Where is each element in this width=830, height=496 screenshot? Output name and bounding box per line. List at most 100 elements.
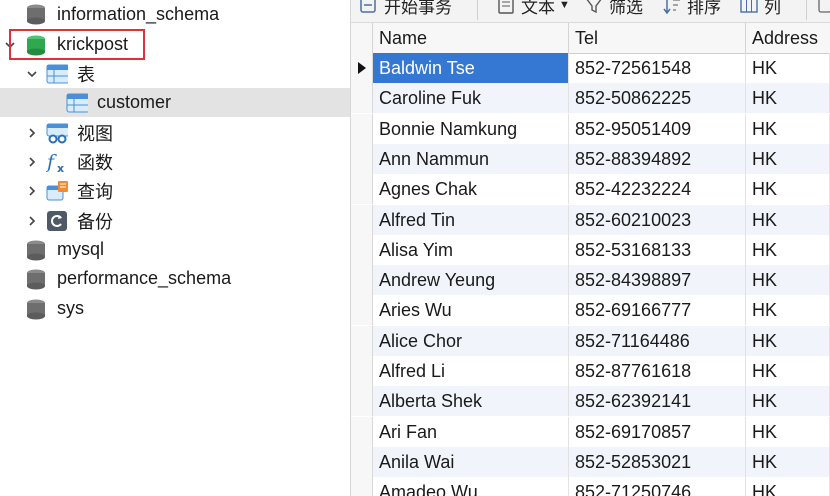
- cell-name[interactable]: Agnes Chak: [373, 174, 569, 205]
- table-row[interactable]: Ann Nammun 852-88394892 HK: [351, 143, 830, 174]
- chevron-down-icon[interactable]: [25, 67, 39, 81]
- column-header-name[interactable]: Name: [373, 23, 569, 53]
- cell-tel[interactable]: 852-87761618: [569, 356, 746, 386]
- cell-address[interactable]: HK: [746, 265, 830, 296]
- row-selector[interactable]: [351, 174, 373, 205]
- row-selector[interactable]: [351, 325, 373, 356]
- cell-address[interactable]: HK: [746, 416, 830, 447]
- cell-tel[interactable]: 852-71164486: [569, 325, 746, 356]
- cell-address[interactable]: HK: [746, 83, 830, 114]
- begin-transaction-button[interactable]: 开始事务: [359, 0, 452, 18]
- table-row[interactable]: Aries Wu 852-69166777 HK: [351, 295, 830, 326]
- row-selector[interactable]: [351, 356, 373, 386]
- cell-tel[interactable]: 852-42232224: [569, 174, 746, 205]
- text-button[interactable]: 文本 ▼: [496, 0, 570, 18]
- tree-item-views[interactable]: 视图: [0, 118, 350, 147]
- cell-address[interactable]: HK: [746, 477, 830, 496]
- cell-address[interactable]: HK: [746, 174, 830, 205]
- cell-name[interactable]: Ari Fan: [373, 416, 569, 447]
- table-row[interactable]: Alfred Li 852-87761618 HK: [351, 356, 830, 386]
- cell-name[interactable]: Amadeo Wu: [373, 477, 569, 496]
- cell-tel[interactable]: 852-62392141: [569, 386, 746, 417]
- table-row[interactable]: Alisa Yim 852-53168133 HK: [351, 234, 830, 265]
- cell-address[interactable]: HK: [746, 113, 830, 144]
- cell-address[interactable]: HK: [746, 356, 830, 386]
- tree-item-customer[interactable]: customer: [0, 88, 350, 117]
- tree-item-mysql[interactable]: mysql: [0, 235, 350, 264]
- cell-name[interactable]: Anila Wai: [373, 446, 569, 477]
- tree-item-queries[interactable]: 查询: [0, 176, 350, 205]
- table-row[interactable]: Alberta Shek 852-62392141 HK: [351, 386, 830, 417]
- cell-tel[interactable]: 852-88394892: [569, 143, 746, 174]
- row-selector[interactable]: [351, 113, 373, 144]
- row-selector[interactable]: [351, 234, 373, 265]
- tree-item-functions[interactable]: f x 函数: [0, 147, 350, 176]
- cell-name[interactable]: Baldwin Tse: [373, 53, 569, 83]
- tree-item-tables[interactable]: 表: [0, 59, 350, 88]
- table-row[interactable]: Anila Wai 852-52853021 HK: [351, 446, 830, 477]
- cell-name[interactable]: Alice Chor: [373, 325, 569, 356]
- chevron-right-icon[interactable]: [25, 126, 39, 140]
- table-row[interactable]: Alice Chor 852-71164486 HK: [351, 325, 830, 356]
- cell-tel[interactable]: 852-72561548: [569, 53, 746, 83]
- cell-name[interactable]: Alfred Tin: [373, 204, 569, 235]
- cell-address[interactable]: HK: [746, 53, 830, 83]
- table-row[interactable]: Baldwin Tse 852-72561548 HK: [351, 53, 830, 83]
- row-selector[interactable]: [351, 265, 373, 296]
- chevron-right-icon[interactable]: [25, 214, 39, 228]
- row-selector[interactable]: [351, 53, 373, 83]
- cell-address[interactable]: HK: [746, 234, 830, 265]
- columns-button[interactable]: 列: [739, 0, 781, 18]
- cell-address[interactable]: HK: [746, 295, 830, 326]
- sort-button[interactable]: 排序: [662, 0, 721, 18]
- cell-tel[interactable]: 852-95051409: [569, 113, 746, 144]
- row-selector[interactable]: [351, 446, 373, 477]
- cell-name[interactable]: Ann Nammun: [373, 143, 569, 174]
- table-row[interactable]: Ari Fan 852-69170857 HK: [351, 416, 830, 447]
- filter-button[interactable]: 筛选: [584, 0, 643, 18]
- cell-name[interactable]: Aries Wu: [373, 295, 569, 326]
- tree-item-sys[interactable]: sys: [0, 294, 350, 323]
- cell-name[interactable]: Alberta Shek: [373, 386, 569, 417]
- tables-folder-icon: [46, 64, 68, 84]
- tree-item-information-schema[interactable]: information_schema: [0, 0, 350, 29]
- cell-address[interactable]: HK: [746, 386, 830, 417]
- cell-tel[interactable]: 852-69166777: [569, 295, 746, 326]
- cell-tel[interactable]: 852-84398897: [569, 265, 746, 296]
- cell-tel[interactable]: 852-53168133: [569, 234, 746, 265]
- cell-name[interactable]: Bonnie Namkung: [373, 113, 569, 144]
- table-row[interactable]: Bonnie Namkung 852-95051409 HK: [351, 113, 830, 144]
- cell-name[interactable]: Alfred Li: [373, 356, 569, 386]
- table-row[interactable]: Caroline Fuk 852-50862225 HK: [351, 83, 830, 114]
- column-header-tel[interactable]: Tel: [569, 23, 746, 53]
- more-button[interactable]: [817, 0, 830, 18]
- row-selector[interactable]: [351, 477, 373, 496]
- tree-item-performance-schema[interactable]: performance_schema: [0, 264, 350, 293]
- row-selector[interactable]: [351, 295, 373, 326]
- row-selector[interactable]: [351, 386, 373, 417]
- cell-tel[interactable]: 852-52853021: [569, 446, 746, 477]
- row-selector[interactable]: [351, 83, 373, 114]
- table-row[interactable]: Agnes Chak 852-42232224 HK: [351, 174, 830, 205]
- column-header-address[interactable]: Address: [746, 23, 830, 53]
- cell-address[interactable]: HK: [746, 204, 830, 235]
- cell-tel[interactable]: 852-71250746: [569, 477, 746, 496]
- cell-name[interactable]: Caroline Fuk: [373, 83, 569, 114]
- row-selector[interactable]: [351, 204, 373, 235]
- tree-item-backups[interactable]: 备份: [0, 206, 350, 235]
- table-row[interactable]: Alfred Tin 852-60210023 HK: [351, 204, 830, 235]
- cell-name[interactable]: Andrew Yeung: [373, 265, 569, 296]
- chevron-right-icon[interactable]: [25, 155, 39, 169]
- cell-address[interactable]: HK: [746, 446, 830, 477]
- table-row[interactable]: Amadeo Wu 852-71250746 HK: [351, 477, 830, 496]
- table-row[interactable]: Andrew Yeung 852-84398897 HK: [351, 265, 830, 296]
- cell-tel[interactable]: 852-60210023: [569, 204, 746, 235]
- chevron-right-icon[interactable]: [25, 184, 39, 198]
- cell-tel[interactable]: 852-69170857: [569, 416, 746, 447]
- cell-address[interactable]: HK: [746, 143, 830, 174]
- cell-tel[interactable]: 852-50862225: [569, 83, 746, 114]
- cell-address[interactable]: HK: [746, 325, 830, 356]
- row-selector[interactable]: [351, 143, 373, 174]
- cell-name[interactable]: Alisa Yim: [373, 234, 569, 265]
- row-selector[interactable]: [351, 416, 373, 447]
